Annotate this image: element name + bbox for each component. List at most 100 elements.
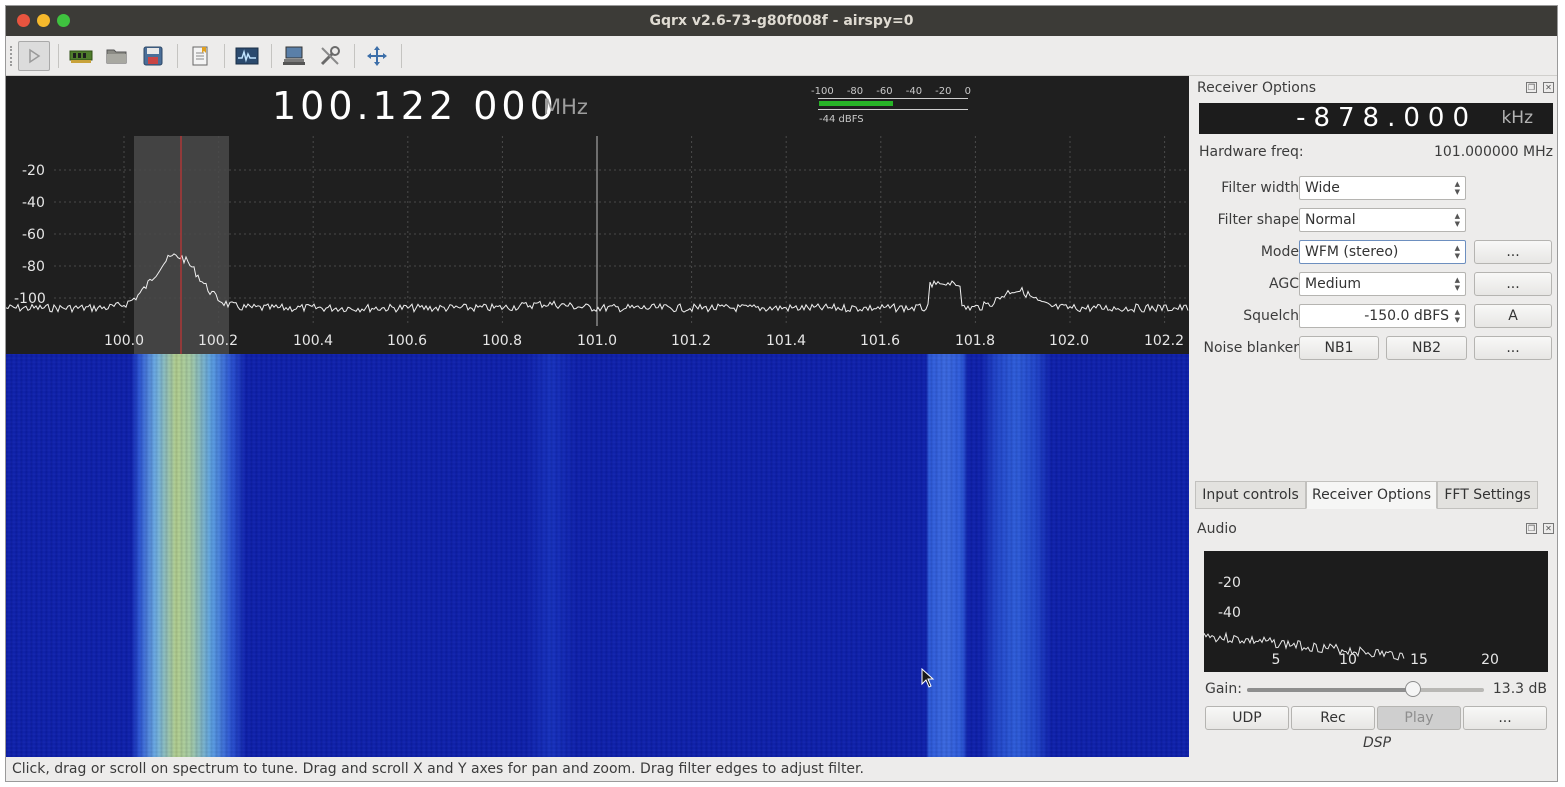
open-folder-icon xyxy=(106,49,127,64)
gain-slider[interactable] xyxy=(1247,681,1484,697)
dock-float-icon[interactable]: ❐ xyxy=(1526,523,1537,534)
audio-options-button[interactable]: ... xyxy=(1463,706,1547,730)
dock-close-icon[interactable]: ✕ xyxy=(1543,82,1554,93)
meter-tick: -20 xyxy=(935,86,952,97)
meter-tick: -80 xyxy=(846,86,864,97)
tab-fft-settings[interactable]: FFT Settings xyxy=(1437,481,1538,509)
toolbar-separator xyxy=(177,44,178,68)
squelch-label: Squelch xyxy=(1243,308,1299,324)
gain-slider-handle[interactable] xyxy=(1405,681,1421,697)
dock-float-icon[interactable]: ❐ xyxy=(1526,82,1537,93)
open-button[interactable] xyxy=(101,41,133,71)
spin-arrows-icon: ▲ ▼ xyxy=(1454,308,1460,324)
bookmark-button[interactable] xyxy=(184,41,216,71)
x-tick: 101.6 xyxy=(860,333,900,349)
meter-bar xyxy=(819,101,893,106)
toolbar xyxy=(6,36,1557,76)
x-tick: 100.2 xyxy=(198,333,238,349)
spin-arrows-icon: ▲ ▼ xyxy=(1454,212,1460,228)
hw-freq-value: 101.000000 MHz xyxy=(1433,144,1553,160)
y-tick: -20 xyxy=(22,163,45,179)
gain-slider-fill xyxy=(1247,688,1413,692)
minimize-window-icon[interactable] xyxy=(37,14,50,27)
rec-button[interactable]: Rec xyxy=(1291,706,1375,730)
filter-width-value: Wide xyxy=(1305,180,1340,196)
play-button[interactable] xyxy=(18,41,50,71)
audio-fft-plot[interactable]: -20 -40 5 10 15 20 xyxy=(1204,551,1548,672)
meter-tick: 0 xyxy=(964,86,971,97)
play-icon xyxy=(29,48,41,64)
fullscreen-icon xyxy=(367,46,387,66)
x-tick: 100.4 xyxy=(293,333,333,349)
filter-width-select[interactable]: Wide ▲ ▼ xyxy=(1299,176,1466,200)
remote-control-button[interactable] xyxy=(278,41,310,71)
tools-icon xyxy=(320,46,340,66)
agc-label: AGC xyxy=(1269,276,1299,292)
squelch-spinbox[interactable]: -150.0 dBFS ▲ ▼ xyxy=(1299,304,1466,328)
audio-title: Audio xyxy=(1197,521,1237,537)
spectrum-icon xyxy=(235,47,259,65)
offset-value: -878.000 xyxy=(1296,103,1477,133)
filter-width-label: Filter width xyxy=(1221,180,1299,196)
bookmark-icon xyxy=(192,46,208,66)
play-audio-button[interactable]: Play xyxy=(1377,706,1461,730)
tab-input-controls[interactable]: Input controls xyxy=(1195,481,1306,509)
toolbar-separator xyxy=(271,44,272,68)
close-window-icon[interactable] xyxy=(17,14,30,27)
mode-options-button[interactable]: ... xyxy=(1474,240,1552,264)
x-tick: 101.8 xyxy=(955,333,995,349)
audio-x-tick: 20 xyxy=(1481,652,1499,668)
dsp-label: DSP xyxy=(1363,735,1392,751)
waterfall-display[interactable] xyxy=(6,354,1189,757)
waterfall-texture xyxy=(6,354,1189,757)
nb2-button[interactable]: NB2 xyxy=(1386,336,1467,360)
x-tick: 101.2 xyxy=(671,333,711,349)
nb-options-button[interactable]: ... xyxy=(1474,336,1552,360)
settings-button[interactable] xyxy=(314,41,346,71)
meter-reading: -44 dBFS xyxy=(819,114,864,125)
spin-arrows-icon: ▲ ▼ xyxy=(1454,180,1460,196)
spin-arrows-icon: ▲ ▼ xyxy=(1454,244,1460,260)
offset-frequency-display[interactable]: -878.000 kHz xyxy=(1199,103,1553,134)
mode-value: WFM (stereo) xyxy=(1305,244,1399,260)
right-dock: Receiver Options ❐ ✕ -878.000 kHz Hardwa… xyxy=(1189,76,1557,757)
y-tick: -80 xyxy=(22,259,45,275)
filter-shape-value: Normal xyxy=(1305,212,1356,228)
network-icon xyxy=(283,46,305,65)
audio-y-tick: -40 xyxy=(1218,605,1241,621)
toolbar-grip[interactable] xyxy=(10,46,12,66)
agc-select[interactable]: Medium ▲ ▼ xyxy=(1299,272,1466,296)
x-tick: 100.8 xyxy=(482,333,522,349)
dock-close-icon[interactable]: ✕ xyxy=(1543,523,1554,534)
signal-meter: -100 -80 -60 -40 -20 0 -44 dBFS xyxy=(811,86,971,126)
spectrum-plot[interactable]: -20 -40 -60 -80 -100 100.0 100.2 100.4 1… xyxy=(6,136,1189,354)
mode-label: Mode xyxy=(1260,244,1299,260)
maximize-window-icon[interactable] xyxy=(57,14,70,27)
squelch-auto-button[interactable]: A xyxy=(1474,304,1552,328)
receiver-options-title: Receiver Options xyxy=(1197,80,1317,96)
x-tick: 102.0 xyxy=(1049,333,1089,349)
fullscreen-button[interactable] xyxy=(361,41,393,71)
spectrum-button[interactable] xyxy=(231,41,263,71)
y-tick: -60 xyxy=(22,227,45,243)
audio-x-tick: 10 xyxy=(1339,652,1357,668)
audio-x-tick: 15 xyxy=(1410,652,1428,668)
udp-button[interactable]: UDP xyxy=(1205,706,1289,730)
agc-value: Medium xyxy=(1305,276,1361,292)
x-tick: 100.0 xyxy=(104,333,144,349)
nb1-button[interactable]: NB1 xyxy=(1299,336,1379,360)
frequency-display[interactable]: 100.122 000 xyxy=(272,84,558,128)
hardware-icon xyxy=(69,50,93,63)
save-button[interactable] xyxy=(137,41,169,71)
meter-tick: -60 xyxy=(876,86,893,97)
plot-area[interactable]: 100.122 000 MHz -100 -80 -60 -40 -20 0 -… xyxy=(6,76,1189,757)
agc-options-button[interactable]: ... xyxy=(1474,272,1552,296)
gain-label: Gain: xyxy=(1205,681,1242,697)
toolbar-separator xyxy=(401,44,402,68)
mouse-cursor-icon xyxy=(921,668,935,688)
mode-select[interactable]: WFM (stereo) ▲ ▼ xyxy=(1299,240,1466,264)
audio-y-tick: -20 xyxy=(1218,575,1241,591)
tab-receiver-options[interactable]: Receiver Options xyxy=(1306,481,1437,509)
filter-shape-select[interactable]: Normal ▲ ▼ xyxy=(1299,208,1466,232)
hardware-button[interactable] xyxy=(65,41,97,71)
